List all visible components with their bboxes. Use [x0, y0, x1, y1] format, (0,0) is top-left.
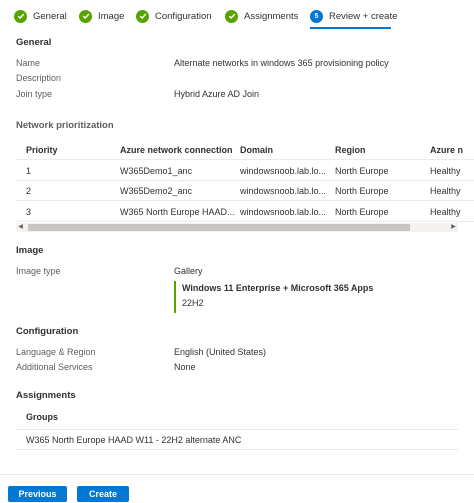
step-number: 5: [310, 9, 323, 23]
configuration-section-title: Configuration: [16, 326, 79, 337]
step-assignments[interactable]: Assignments: [225, 8, 298, 24]
footer-bar: Previous Create: [0, 474, 474, 503]
image-type-label: Image type: [16, 266, 61, 276]
region-cell: North Europe: [335, 207, 389, 217]
status-cell: Healthy: [430, 207, 461, 217]
region-cell: North Europe: [335, 186, 389, 196]
additional-services-value: None: [174, 362, 196, 372]
column-header-region[interactable]: Region: [335, 140, 366, 160]
create-button[interactable]: Create: [77, 486, 129, 502]
checkmark-icon: [14, 9, 27, 23]
step-label: Assignments: [244, 10, 299, 22]
column-header-priority[interactable]: Priority: [26, 140, 58, 160]
table-header-row: Priority Azure network connection Domain…: [16, 140, 474, 160]
checkmark-icon: [79, 9, 92, 23]
join-type-value: Hybrid Azure AD Join: [174, 89, 260, 99]
image-version: 22H2: [182, 298, 204, 308]
selected-image-card: Windows 11 Enterprise + Microsoft 365 Ap…: [174, 281, 394, 313]
table-row[interactable]: 2 W365Demo2_anc windowsnoob.lab.lo... No…: [16, 181, 474, 201]
scroll-left-icon[interactable]: ◀: [16, 223, 25, 232]
language-region-value: English (United States): [174, 347, 267, 357]
assignments-section-title: Assignments: [16, 390, 76, 401]
general-section-title: General: [16, 37, 52, 48]
connection-cell: W365Demo2_anc: [120, 186, 193, 196]
step-label: Image: [98, 10, 125, 22]
column-header-status[interactable]: Azure n: [430, 140, 463, 160]
groups-table-header: Groups: [16, 404, 458, 430]
active-step-indicator: [310, 27, 391, 29]
image-section-title: Image: [16, 245, 44, 256]
image-name: Windows 11 Enterprise + Microsoft 365 Ap…: [182, 283, 374, 293]
network-section-title: Network prioritization: [16, 120, 114, 131]
connection-cell: W365Demo1_anc: [120, 166, 193, 176]
checkmark-icon: [136, 9, 149, 23]
priority-cell: 2: [26, 186, 32, 196]
priority-cell: 1: [26, 166, 32, 176]
join-type-label: Join type: [16, 89, 53, 99]
step-image[interactable]: Image: [79, 8, 124, 24]
wizard-steps: General Image Configuration Assignments …: [0, 0, 474, 30]
status-cell: Healthy: [430, 166, 461, 176]
network-table: Priority Azure network connection Domain…: [16, 140, 474, 234]
domain-cell: windowsnoob.lab.lo...: [240, 207, 327, 217]
step-label: General: [33, 10, 67, 22]
region-cell: North Europe: [335, 166, 389, 176]
horizontal-scrollbar[interactable]: ◀ ▶: [16, 223, 458, 232]
table-row[interactable]: 3 W365 North Europe HAAD... windowsnoob.…: [16, 202, 474, 222]
table-row[interactable]: W365 North Europe HAAD W11 - 22H2 altern…: [16, 430, 458, 450]
connection-cell: W365 North Europe HAAD...: [120, 207, 235, 217]
scroll-thumb[interactable]: [28, 224, 410, 231]
step-configuration[interactable]: Configuration: [136, 8, 212, 24]
name-label: Name: [16, 58, 41, 68]
step-general[interactable]: General: [14, 8, 67, 24]
priority-cell: 3: [26, 207, 32, 217]
description-label: Description: [16, 73, 62, 83]
domain-cell: windowsnoob.lab.lo...: [240, 166, 327, 176]
status-cell: Healthy: [430, 186, 461, 196]
step-review-create[interactable]: 5 Review + create: [310, 8, 397, 24]
image-type-value: Gallery: [174, 266, 203, 276]
name-value: Alternate networks in windows 365 provis…: [174, 58, 389, 68]
domain-cell: windowsnoob.lab.lo...: [240, 186, 327, 196]
column-header-connection[interactable]: Azure network connection: [120, 140, 233, 160]
groups-column-header[interactable]: Groups: [26, 412, 58, 422]
step-label: Review + create: [329, 10, 398, 22]
column-header-domain[interactable]: Domain: [240, 140, 273, 160]
table-row[interactable]: 1 W365Demo1_anc windowsnoob.lab.lo... No…: [16, 161, 474, 181]
language-region-label: Language & Region: [16, 347, 96, 357]
checkmark-icon: [225, 9, 238, 23]
previous-button[interactable]: Previous: [8, 486, 67, 502]
step-label: Configuration: [155, 10, 212, 22]
group-name: W365 North Europe HAAD W11 - 22H2 altern…: [26, 435, 242, 445]
additional-services-label: Additional Services: [16, 362, 93, 372]
scroll-right-icon[interactable]: ▶: [449, 223, 458, 232]
